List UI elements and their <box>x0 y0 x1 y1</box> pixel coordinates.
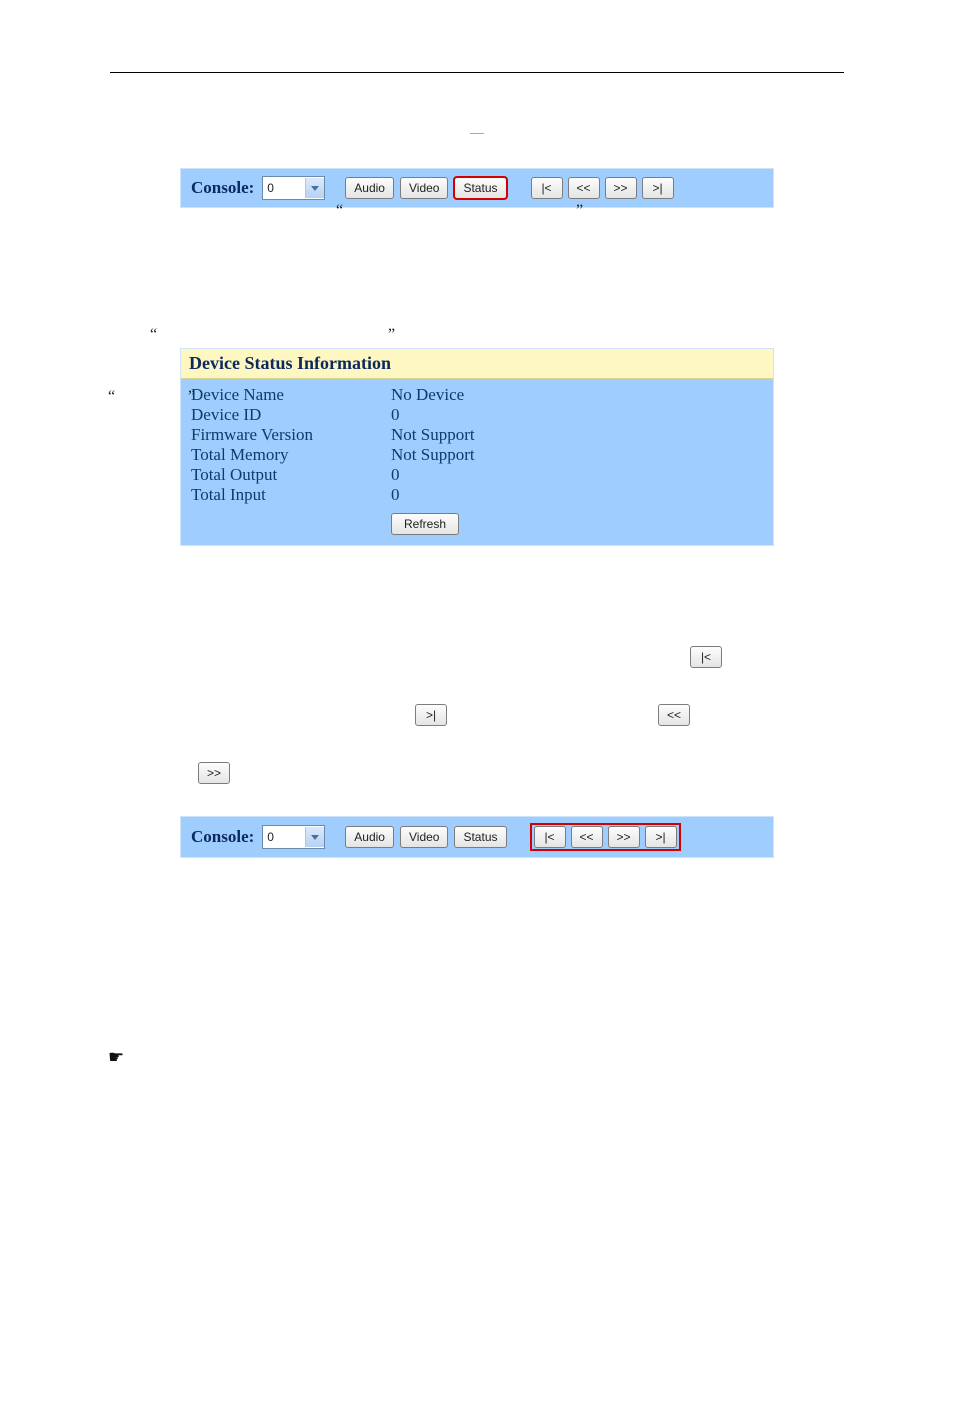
refresh-button[interactable]: Refresh <box>391 513 459 535</box>
audio-button[interactable]: Audio <box>345 177 394 199</box>
status-button[interactable]: Status <box>454 177 506 199</box>
status-row: Total Output0 <box>191 465 763 485</box>
inline-next-button[interactable]: >> <box>198 762 230 784</box>
status-key: Total Memory <box>191 445 391 465</box>
status-row: Device NameNo Device <box>191 385 763 405</box>
status-val: Not Support <box>391 425 475 445</box>
status-val: No Device <box>391 385 464 405</box>
status-key: Firmware Version <box>191 425 391 445</box>
console-select[interactable]: 0 <box>262 176 325 200</box>
status-row: Device ID0 <box>191 405 763 425</box>
header-dash <box>0 126 954 142</box>
console-label: Console: <box>191 178 254 198</box>
close-quote-3: ” <box>188 388 195 406</box>
close-quote-1: ” <box>576 202 583 220</box>
close-quote-2: ” <box>388 326 395 344</box>
video-button[interactable]: Video <box>400 177 448 199</box>
device-status-header: Device Status Information <box>181 349 773 379</box>
open-quote-1: “ <box>336 202 343 220</box>
inline-last-button[interactable]: >| <box>415 704 447 726</box>
inline-first-button[interactable]: |< <box>690 646 722 668</box>
status-val: 0 <box>391 405 400 425</box>
prev-button[interactable]: << <box>568 177 600 199</box>
status-row: Firmware VersionNot Support <box>191 425 763 445</box>
status-key: Total Output <box>191 465 391 485</box>
status-val: 0 <box>391 465 400 485</box>
console-select-value: 0 <box>263 181 305 195</box>
status-val: Not Support <box>391 445 475 465</box>
status-key: Total Input <box>191 485 391 505</box>
status-val: 0 <box>391 485 400 505</box>
inline-prev-button[interactable]: << <box>658 704 690 726</box>
pointer-icon: ☛ <box>108 1047 124 1068</box>
chevron-down-icon <box>305 178 324 198</box>
first-button[interactable]: |< <box>531 177 563 199</box>
status-key: Device Name <box>191 385 391 405</box>
status-row: Total MemoryNot Support <box>191 445 763 465</box>
last-button[interactable]: >| <box>642 177 674 199</box>
header-rule <box>110 72 844 73</box>
open-quote-2: “ <box>150 326 157 344</box>
next-button[interactable]: >> <box>605 177 637 199</box>
open-quote-3: “ <box>108 388 115 406</box>
device-status-panel: Device Status Information Device NameNo … <box>180 348 774 546</box>
status-key: Device ID <box>191 405 391 425</box>
console-bar-top: Console: 0 Audio Video Status |< << >> >… <box>180 168 774 208</box>
status-row: Total Input0 <box>191 485 763 505</box>
